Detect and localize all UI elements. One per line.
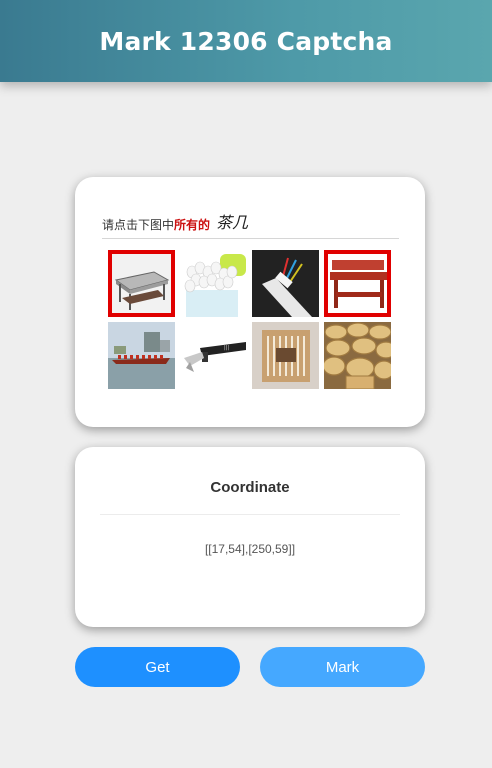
- captcha-tile-6[interactable]: |||: [180, 322, 247, 389]
- prompt-prefix: 请点击下图中: [102, 218, 175, 232]
- captcha-prompt: 请点击下图中 所有的 茶几: [102, 211, 399, 239]
- cotton-swabs-image: [180, 250, 247, 317]
- captcha-tile-7[interactable]: [252, 322, 319, 389]
- prompt-highlight: 所有的: [174, 218, 211, 232]
- captcha-tile-3[interactable]: [252, 250, 319, 317]
- captcha-tile-5[interactable]: [108, 322, 175, 389]
- electric-cable-image: [252, 250, 319, 317]
- coffee-table-image: [108, 250, 175, 317]
- cotton-swabs-image: [252, 322, 319, 389]
- dragon-boat-image: [108, 322, 175, 389]
- coordinate-title: Coordinate: [100, 479, 400, 515]
- coffee-table-image: [324, 250, 391, 317]
- captcha-tile-1[interactable]: [108, 250, 175, 317]
- captcha-tile-2[interactable]: [180, 250, 247, 317]
- captcha-card: 请点击下图中 所有的 茶几 |||: [75, 177, 425, 427]
- get-button[interactable]: Get: [75, 647, 240, 687]
- captcha-tile-4[interactable]: [324, 250, 391, 317]
- captcha-tile-8[interactable]: [324, 322, 391, 389]
- page-title: Mark 12306 Captcha: [99, 26, 393, 56]
- bamboo-steamer-image: [324, 322, 391, 389]
- target-word: 茶几: [216, 213, 249, 232]
- app-header: Mark 12306 Captcha: [0, 0, 492, 82]
- captcha-grid: |||: [108, 250, 391, 389]
- mark-button[interactable]: Mark: [260, 647, 425, 687]
- svg-text:|||: |||: [224, 345, 229, 351]
- lighter-image: |||: [180, 322, 247, 389]
- coordinate-value: [[17,54],[250,59]]: [204, 542, 296, 556]
- coordinate-card: Coordinate [[17,54],[250,59]]: [75, 447, 425, 627]
